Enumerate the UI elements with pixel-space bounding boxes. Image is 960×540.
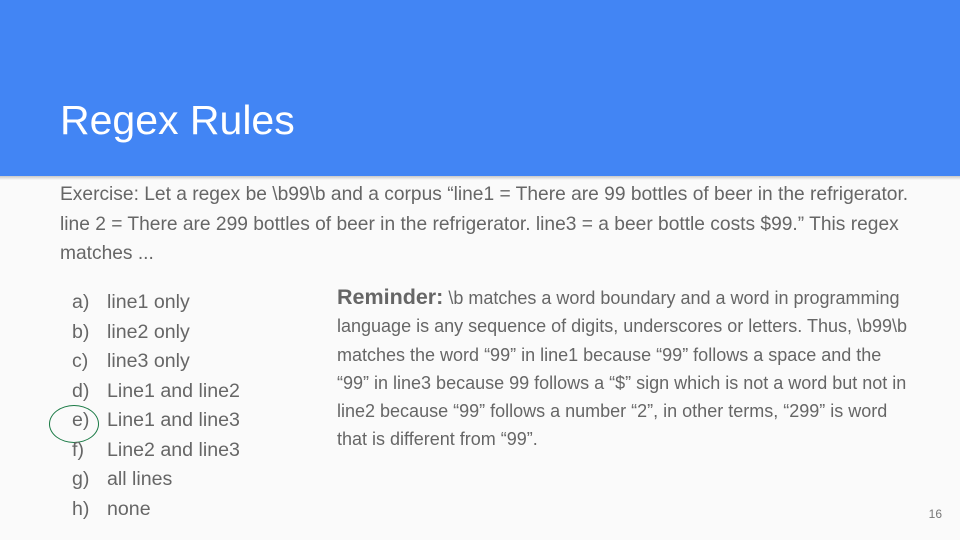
option-letter: h) <box>72 497 90 520</box>
option-letter: f) <box>72 438 84 461</box>
option-text: Line2 and line3 <box>107 438 240 461</box>
reminder-label: Reminder: <box>337 285 444 309</box>
option-text: all lines <box>107 468 173 490</box>
option-d: d) Line1 and line2 <box>72 377 240 407</box>
option-g: g) all lines <box>72 465 240 495</box>
reminder-box: Reminder: \b matches a word boundary and… <box>337 283 917 454</box>
option-letter: c) <box>72 350 89 372</box>
option-b: b) line2 only <box>72 318 240 348</box>
slide-title: Regex Rules <box>60 97 295 143</box>
option-text: none <box>107 497 151 520</box>
option-text: line1 only <box>107 291 190 313</box>
exercise-text: Exercise: Let a regex be \b99\b and a co… <box>60 184 909 264</box>
option-letter: a) <box>72 291 90 313</box>
option-letter: g) <box>72 468 90 490</box>
option-text: line3 only <box>107 350 190 372</box>
option-h: h) none <box>72 495 240 525</box>
page-number: 16 <box>928 507 942 521</box>
option-a: a) line1 only <box>72 288 240 318</box>
option-c: c) line3 only <box>72 347 240 377</box>
option-text: line2 only <box>107 320 190 343</box>
reminder-text: \b matches a word boundary and a word in… <box>337 288 908 450</box>
option-f: f) Line2 and line3 <box>72 436 240 466</box>
option-text: Line1 and line2 <box>107 379 240 402</box>
option-letter: d) <box>72 379 90 402</box>
answer-options: a) line1 only b) line2 only c) line3 only d… <box>49 288 240 525</box>
option-text: Line1 and line3 <box>107 409 240 431</box>
option-letter: b) <box>72 320 90 343</box>
option-e: e) Line1 and line3 <box>49 405 240 443</box>
title-banner <box>0 0 960 176</box>
